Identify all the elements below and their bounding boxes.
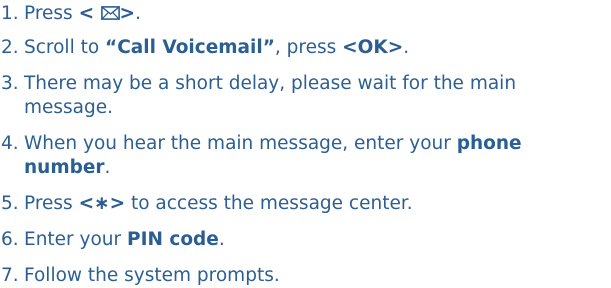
menu-item-name: “Call Voicemail”	[105, 37, 275, 58]
voicemail-steps-list: 1. Press < >. 2. Scroll to “Call Voicema…	[0, 0, 605, 288]
step-number: 6.	[1, 229, 19, 250]
step-number: 7.	[1, 265, 19, 286]
step-text: Follow the system prompts.	[24, 265, 280, 286]
step-text: Press	[24, 3, 79, 24]
step-5: 5. Press <∗> to access the message cente…	[1, 193, 413, 214]
envelope-icon	[100, 6, 120, 20]
ok-key: <OK>	[342, 37, 404, 58]
message-key: < >	[78, 3, 136, 24]
step-number: 3.	[1, 73, 19, 94]
step-3: 3. There may be a short delay, please wa…	[0, 72, 605, 120]
step-6: 6. Enter your PIN code.	[1, 229, 225, 250]
step-4: 4. When you hear the main message, enter…	[1, 133, 522, 178]
star-key: <∗>	[78, 193, 126, 214]
step-text: There may be a short delay, please wait …	[24, 73, 517, 118]
step-7: 7. Follow the system prompts.	[0, 264, 605, 288]
step-number: 5.	[1, 193, 19, 214]
step-number: 4.	[1, 133, 19, 154]
pin-code-term: PIN code	[127, 229, 219, 250]
step-1: 1. Press < >.	[1, 3, 141, 24]
step-number: 2.	[1, 37, 19, 58]
step-number: 1.	[1, 3, 19, 24]
step-2: 2. Scroll to “Call Voicemail”, press <OK…	[1, 37, 410, 58]
